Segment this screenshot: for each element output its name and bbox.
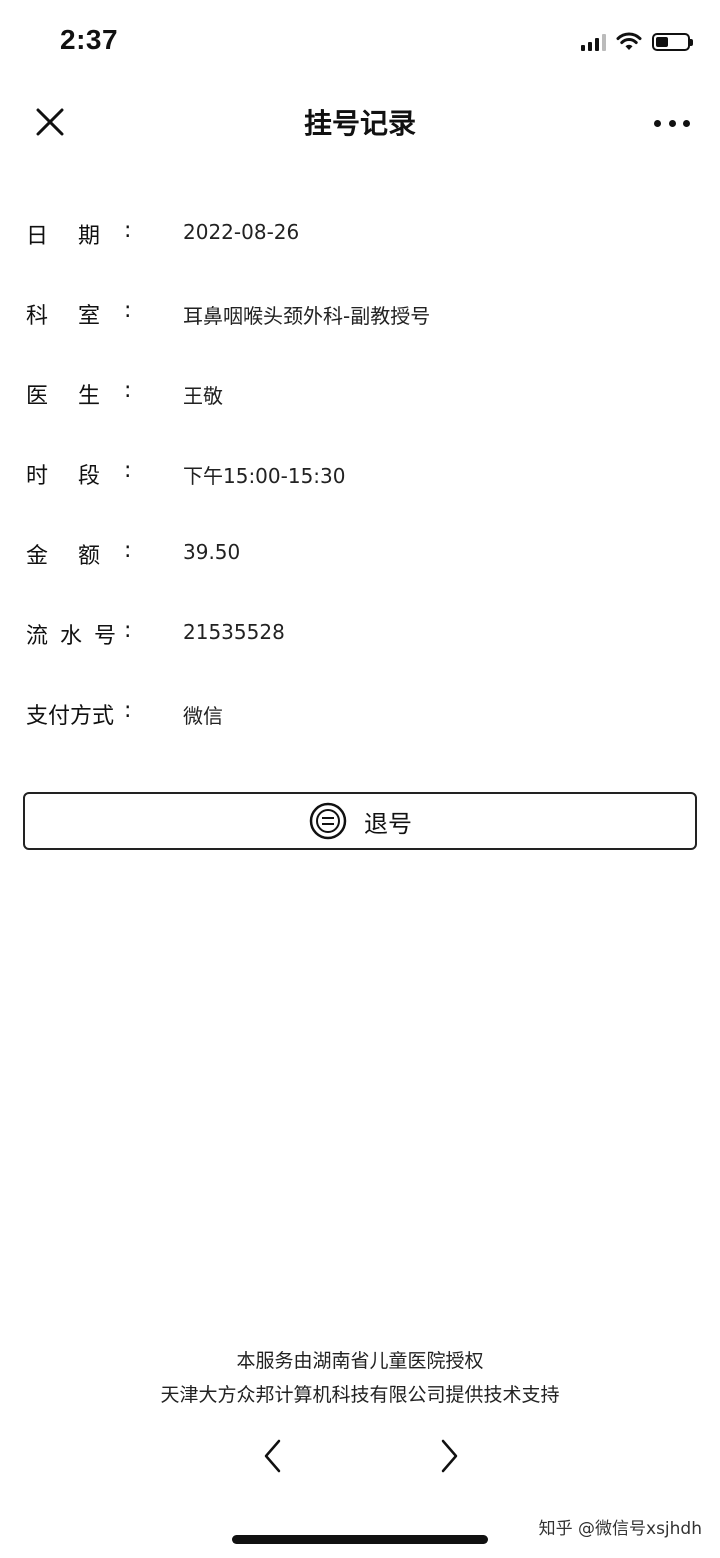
status-time: 2:37 bbox=[60, 24, 119, 55]
detail-value-date: 2022-08-26 bbox=[183, 220, 300, 244]
footer-support-text: 天津大方众邦计算机科技有限公司提供技术支持 bbox=[160, 1384, 560, 1406]
battery-icon bbox=[652, 33, 693, 51]
detail-value-serial-number: 21535528 bbox=[183, 620, 285, 644]
detail-row-payment-method: 支付方式 : 微信 bbox=[0, 676, 720, 756]
detail-value-time-slot: 下午15:00-15:30 bbox=[183, 464, 346, 488]
detail-value-department: 耳鼻咽喉头颈外科-副教授号 bbox=[183, 304, 431, 328]
footer-authorization-text: 本服务由湖南省儿童医院授权 bbox=[236, 1350, 484, 1372]
detail-label: 科 室 bbox=[26, 304, 100, 329]
nav-bar: 挂号记录 bbox=[0, 86, 720, 158]
detail-row-serial-number: 流 水 号 : 21535528 bbox=[0, 596, 720, 676]
back-arrow-icon[interactable] bbox=[258, 1436, 288, 1476]
detail-colon: : bbox=[124, 458, 132, 483]
home-indicator[interactable] bbox=[232, 1535, 488, 1544]
cancel-button-label: 退号 bbox=[364, 809, 412, 838]
detail-colon: : bbox=[124, 298, 132, 323]
detail-row-department: 科 室 : 耳鼻咽喉头颈外科-副教授号 bbox=[0, 276, 720, 356]
status-icons bbox=[581, 32, 693, 52]
registration-details: 日 期 : 2022-08-26 科 室 : 耳鼻咽喉头颈外科-副教授号 医 生… bbox=[0, 196, 720, 756]
detail-row-time-slot: 时 段 : 下午15:00-15:30 bbox=[0, 436, 720, 516]
detail-colon: : bbox=[124, 698, 132, 723]
status-bar: 2:37 bbox=[0, 0, 720, 86]
detail-colon: : bbox=[124, 218, 132, 243]
detail-row-amount: 金 额 : 39.50 bbox=[0, 516, 720, 596]
watermark: 知乎 @微信号xsjhdh bbox=[538, 1519, 702, 1539]
detail-value-amount: 39.50 bbox=[183, 540, 241, 564]
detail-colon: : bbox=[124, 618, 132, 643]
detail-label: 支付方式 bbox=[26, 704, 115, 729]
detail-label: 医 生 bbox=[26, 384, 100, 409]
detail-colon: : bbox=[124, 538, 132, 563]
detail-label: 日 期 bbox=[26, 224, 100, 249]
cancel-circle-icon bbox=[309, 802, 347, 840]
page-title: 挂号记录 bbox=[303, 107, 416, 140]
detail-label: 流 水 号 bbox=[26, 624, 116, 649]
detail-value-payment-method: 微信 bbox=[183, 704, 223, 728]
detail-row-date: 日 期 : 2022-08-26 bbox=[0, 196, 720, 276]
cancel-registration-button[interactable]: 退号 bbox=[23, 792, 697, 850]
forward-arrow-icon[interactable] bbox=[434, 1436, 464, 1476]
more-icon[interactable] bbox=[654, 108, 690, 138]
detail-label: 时 段 bbox=[26, 464, 100, 489]
signal-icon bbox=[581, 33, 606, 51]
wifi-icon bbox=[616, 32, 642, 50]
detail-label: 金 额 bbox=[26, 544, 100, 569]
detail-row-doctor: 医 生 : 王敬 bbox=[0, 356, 720, 436]
detail-colon: : bbox=[124, 378, 132, 403]
detail-value-doctor: 王敬 bbox=[183, 384, 223, 408]
